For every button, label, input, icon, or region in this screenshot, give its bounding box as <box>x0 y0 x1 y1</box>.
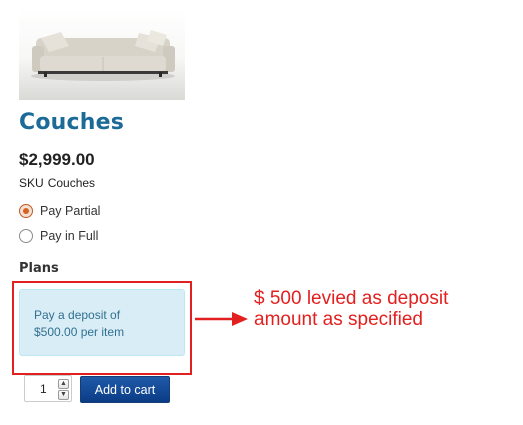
product-price: $2,999.00 <box>19 150 95 169</box>
couch-icon <box>31 30 175 81</box>
pay-in-full-radio[interactable] <box>19 229 33 243</box>
annotation-arrow-icon <box>195 312 248 326</box>
quantity-decrease-icon[interactable]: ▼ <box>58 390 69 400</box>
pay-in-full-label: Pay in Full <box>40 229 99 243</box>
annotation-line2: amount as specified <box>254 309 423 330</box>
quantity-stepper[interactable]: 1 ▲ ▼ <box>24 375 72 402</box>
product-image <box>19 8 185 100</box>
sku-value: Couches <box>47 176 96 190</box>
add-to-cart-button[interactable]: Add to cart <box>80 376 170 403</box>
product-title: Couches <box>19 110 125 135</box>
plans-heading: Plans <box>19 261 59 276</box>
sku-label: SKU <box>19 176 44 190</box>
annotation-line1: $ 500 levied as deposit <box>254 288 449 309</box>
pay-partial-label: Pay Partial <box>40 204 101 218</box>
quantity-increase-icon[interactable]: ▲ <box>58 379 69 389</box>
deposit-plan-line1: Pay a deposit of <box>34 308 121 322</box>
product-sku: SKU Couches <box>19 176 99 190</box>
quantity-value[interactable]: 1 <box>40 382 47 396</box>
deposit-plan-line2: $500.00 per item <box>34 325 125 339</box>
annotation-text: $ 500 levied as deposit amount as specif… <box>254 288 448 330</box>
deposit-plan-message: Pay a deposit of $500.00 per item <box>19 289 185 356</box>
pay-partial-radio[interactable] <box>19 204 33 218</box>
pay-in-full-option[interactable]: Pay in Full <box>19 229 98 243</box>
pay-partial-option[interactable]: Pay Partial <box>19 204 100 218</box>
